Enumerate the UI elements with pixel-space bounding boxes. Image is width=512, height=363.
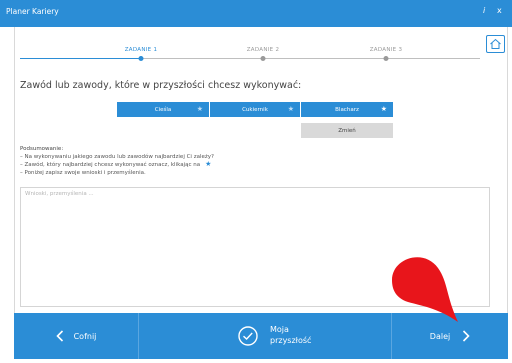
home-button[interactable] (486, 35, 505, 53)
info-icon[interactable]: i (483, 6, 485, 15)
page-heading: Zawód lub zawody, które w przyszłości ch… (20, 80, 302, 91)
stepper-progress (20, 58, 140, 59)
job-chip-blacharz[interactable]: Blacharz ★ (301, 102, 393, 117)
change-button[interactable]: Zmień (301, 123, 393, 138)
back-label: Cofnij (73, 331, 97, 341)
chevron-left-icon (55, 330, 63, 342)
job-chip-label: Blacharz (335, 106, 359, 113)
summary-section: Podsumowanie: – Na wykonywaniu jakiego z… (20, 146, 214, 177)
job-chip-label: Cieśla (154, 106, 172, 113)
job-chip-label: Cukiernik (242, 106, 268, 113)
my-future-label-line2: przyszłość (270, 336, 312, 345)
star-icon[interactable]: ★ (197, 105, 203, 113)
window-title: Planer Kariery (6, 7, 59, 16)
star-icon[interactable]: ★ (288, 105, 294, 113)
home-icon (490, 38, 501, 49)
step-3-dot[interactable] (383, 56, 389, 61)
my-future-label-line1: Moja (270, 325, 289, 334)
star-filled-icon[interactable]: ★ (381, 105, 387, 113)
clock-check-icon (238, 326, 258, 346)
back-button[interactable]: Cofnij (14, 313, 138, 359)
summary-title: Podsumowanie: (20, 146, 64, 152)
summary-line-with-star: – Zawód, który najbardziej chcesz wykony… (20, 160, 214, 170)
job-chip-ciesla[interactable]: Cieśla ★ (117, 102, 209, 117)
close-icon[interactable]: x (497, 6, 502, 15)
pointer-marker-icon (392, 257, 458, 322)
step-1-dot[interactable] (138, 56, 144, 61)
step-2-dot[interactable] (260, 56, 266, 61)
title-bar: Planer Kariery i x (0, 0, 512, 27)
summary-line: – Na wykonywaniu jakiego zawodu lub zawo… (20, 153, 214, 160)
step-1-label[interactable]: ZADANIE 1 (125, 47, 158, 53)
next-label: Dalej (429, 331, 451, 341)
step-2-label[interactable]: ZADANIE 2 (247, 47, 280, 53)
job-chip-cukiernik[interactable]: Cukiernik ★ (210, 102, 300, 117)
summary-line: – Zawód, który najbardziej chcesz wykony… (20, 162, 201, 169)
chevron-right-icon (463, 330, 470, 342)
star-icon: ★ (205, 160, 212, 169)
step-3-label[interactable]: ZADANIE 3 (370, 47, 403, 53)
my-future-button[interactable]: Moja przyszłość (139, 313, 391, 359)
summary-line: – Poniżej zapisz swoje wnioski i przemyś… (20, 169, 146, 176)
